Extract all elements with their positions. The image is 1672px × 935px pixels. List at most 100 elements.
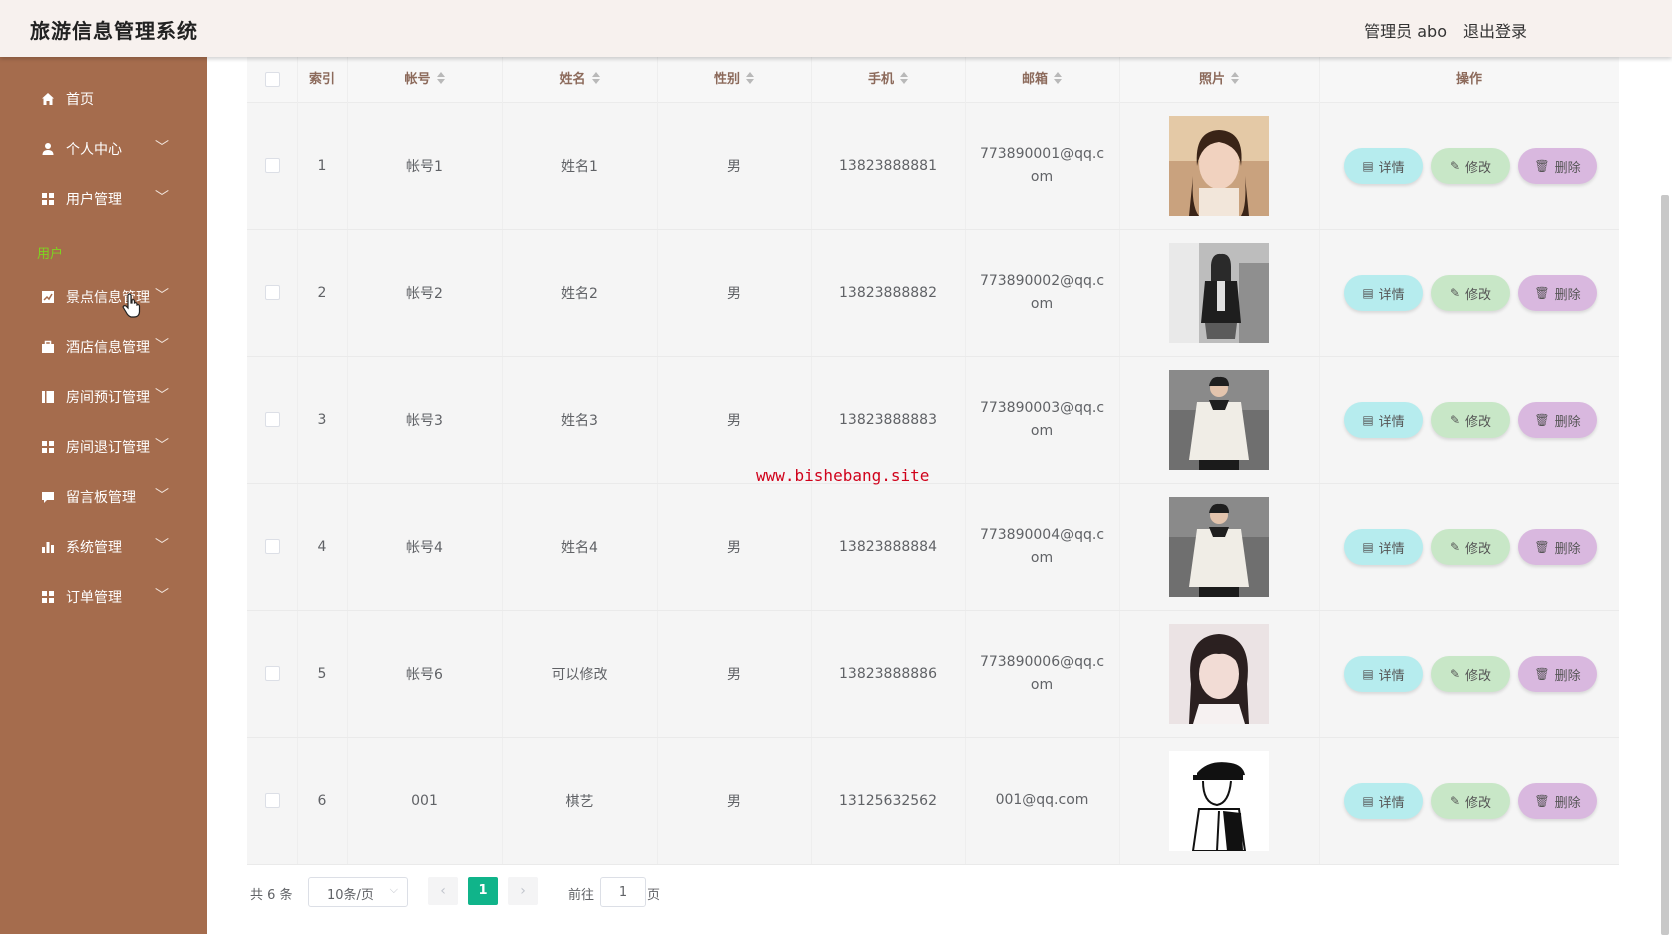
- logout-link[interactable]: 退出登录: [1463, 18, 1527, 42]
- cell-email: 773890002@qq.com: [979, 272, 1105, 312]
- delete-button[interactable]: 🗑 删除: [1518, 656, 1597, 692]
- grid-icon: [42, 193, 54, 205]
- user-photo[interactable]: [1169, 369, 1269, 470]
- sidebar-item-label: 房间退订管理: [66, 440, 150, 456]
- table-row: 2 帐号2 姓名2 男 13823888882 773890002@qq.com…: [247, 229, 1619, 357]
- sidebar-item-user-management[interactable]: 用户管理 ﹀: [0, 175, 207, 223]
- user-photo[interactable]: [1169, 750, 1269, 851]
- sidebar-item-message-board[interactable]: 留言板管理 ﹀: [0, 473, 207, 521]
- cell-email: 773890004@qq.com: [979, 526, 1105, 566]
- row-checkbox[interactable]: [264, 158, 280, 173]
- sidebar-item-hotel-management[interactable]: 酒店信息管理 ﹀: [0, 323, 207, 371]
- sort-icon[interactable]: [591, 72, 600, 84]
- cell-account: 001: [411, 792, 438, 809]
- sidebar-item-scenic-management[interactable]: 景点信息管理 ﹀: [0, 273, 207, 321]
- detail-button[interactable]: ▤ 详情: [1344, 275, 1423, 311]
- chevron-down-icon: ﹀: [155, 140, 169, 156]
- trash-icon: 🗑: [1534, 413, 1550, 427]
- pencil-icon: ✎: [1449, 540, 1461, 554]
- goto-page-input[interactable]: [600, 877, 646, 907]
- chevron-down-icon: ⌵: [389, 883, 398, 896]
- column-header-phone[interactable]: 手机: [811, 57, 965, 102]
- column-header-account[interactable]: 帐号: [347, 57, 502, 102]
- sidebar-item-label: 系统管理: [66, 540, 122, 556]
- cell-index: 6: [317, 792, 327, 809]
- edit-button[interactable]: ✎ 修改: [1431, 783, 1510, 819]
- edit-button[interactable]: ✎ 修改: [1431, 656, 1510, 692]
- detail-button[interactable]: ▤ 详情: [1344, 656, 1423, 692]
- column-header-email[interactable]: 邮箱: [965, 57, 1119, 102]
- delete-button[interactable]: 🗑 删除: [1518, 275, 1597, 311]
- row-checkbox[interactable]: [264, 285, 280, 300]
- book-icon: [42, 391, 54, 403]
- table-row: 4 帐号4 姓名4 男 13823888884 773890004@qq.com…: [247, 483, 1619, 611]
- column-header-gender[interactable]: 性别: [657, 57, 811, 102]
- cell-index: 3: [317, 411, 327, 428]
- page-number-current[interactable]: 1: [468, 877, 498, 905]
- detail-button[interactable]: ▤ 详情: [1344, 148, 1423, 184]
- sort-icon[interactable]: [900, 72, 908, 84]
- user-photo[interactable]: [1169, 242, 1269, 343]
- sidebar-item-room-cancel-management[interactable]: 房间退订管理 ﹀: [0, 423, 207, 471]
- detail-button[interactable]: ▤ 详情: [1344, 402, 1423, 438]
- cell-account: 帐号3: [406, 412, 443, 429]
- cell-name: 姓名1: [561, 158, 598, 175]
- chevron-down-icon: ﹀: [155, 388, 169, 404]
- next-page-button[interactable]: ›: [508, 877, 538, 905]
- sidebar-item-system-management[interactable]: 系统管理 ﹀: [0, 523, 207, 571]
- sort-icon[interactable]: [1231, 72, 1239, 84]
- message-icon: [42, 492, 54, 503]
- sidebar-subitem-user[interactable]: 用户: [37, 243, 63, 262]
- top-header: 旅游信息管理系统 管理员 abo 退出登录: [0, 0, 1672, 57]
- sidebar-item-personal-center[interactable]: 个人中心 ﹀: [0, 125, 207, 173]
- chart-icon: [42, 291, 54, 303]
- chevron-down-icon: ﹀: [155, 488, 169, 504]
- user-photo[interactable]: [1169, 623, 1269, 724]
- portrait-image: [1169, 369, 1269, 470]
- document-icon: ▤: [1362, 540, 1374, 554]
- chevron-down-icon: ﹀: [155, 288, 169, 304]
- prev-page-button[interactable]: ‹: [428, 877, 458, 905]
- edit-button[interactable]: ✎ 修改: [1431, 529, 1510, 565]
- column-header-photo[interactable]: 照片: [1119, 57, 1319, 102]
- column-header-actions: 操作: [1455, 72, 1482, 87]
- detail-button[interactable]: ▤ 详情: [1344, 783, 1423, 819]
- user-photo[interactable]: [1169, 115, 1269, 216]
- cell-name: 可以修改: [551, 666, 608, 683]
- column-header-name[interactable]: 姓名: [502, 57, 657, 102]
- table-header: 索引 帐号 姓名 性别 手机 邮箱 照片 操作: [247, 57, 1619, 103]
- watermark-text: www.bishebang.site: [756, 466, 930, 485]
- edit-button[interactable]: ✎ 修改: [1431, 275, 1510, 311]
- delete-button[interactable]: 🗑 删除: [1518, 529, 1597, 565]
- sidebar-item-room-booking-management[interactable]: 房间预订管理 ﹀: [0, 373, 207, 421]
- vertical-scrollbar[interactable]: [1661, 195, 1669, 935]
- delete-button[interactable]: 🗑 删除: [1518, 783, 1597, 819]
- cell-index: 2: [317, 284, 327, 301]
- row-checkbox[interactable]: [264, 793, 280, 808]
- row-checkbox[interactable]: [264, 412, 280, 427]
- row-checkbox[interactable]: [264, 539, 280, 554]
- cell-actions: ▤ 详情 ✎ 修改 🗑 删除: [1319, 356, 1619, 483]
- cell-photo: [1119, 483, 1319, 610]
- edit-button[interactable]: ✎ 修改: [1431, 148, 1510, 184]
- edit-button[interactable]: ✎ 修改: [1431, 402, 1510, 438]
- cell-account: 帐号1: [406, 158, 443, 175]
- sort-icon[interactable]: [1054, 72, 1062, 84]
- cell-gender: 男: [727, 539, 741, 556]
- sidebar-item-label: 酒店信息管理: [66, 340, 150, 356]
- select-all-cell[interactable]: [247, 57, 297, 102]
- sidebar-item-home[interactable]: 首页: [0, 75, 207, 123]
- sidebar-item-order-management[interactable]: 订单管理 ﹀: [0, 573, 207, 621]
- user-table: 索引 帐号 姓名 性别 手机 邮箱 照片 操作 1 帐号1 姓名1 男 1382…: [247, 57, 1619, 865]
- delete-button[interactable]: 🗑 删除: [1518, 148, 1597, 184]
- sort-icon[interactable]: [436, 72, 445, 84]
- row-checkbox[interactable]: [264, 666, 280, 681]
- sort-icon[interactable]: [746, 72, 754, 84]
- page-size-select[interactable]: 10条/页 ⌵: [308, 877, 408, 907]
- column-header-index: 索引: [308, 72, 335, 87]
- select-all-checkbox[interactable]: [264, 72, 280, 87]
- cell-email: 773890003@qq.com: [979, 399, 1105, 439]
- user-photo[interactable]: [1169, 496, 1269, 597]
- detail-button[interactable]: ▤ 详情: [1344, 529, 1423, 565]
- delete-button[interactable]: 🗑 删除: [1518, 402, 1597, 438]
